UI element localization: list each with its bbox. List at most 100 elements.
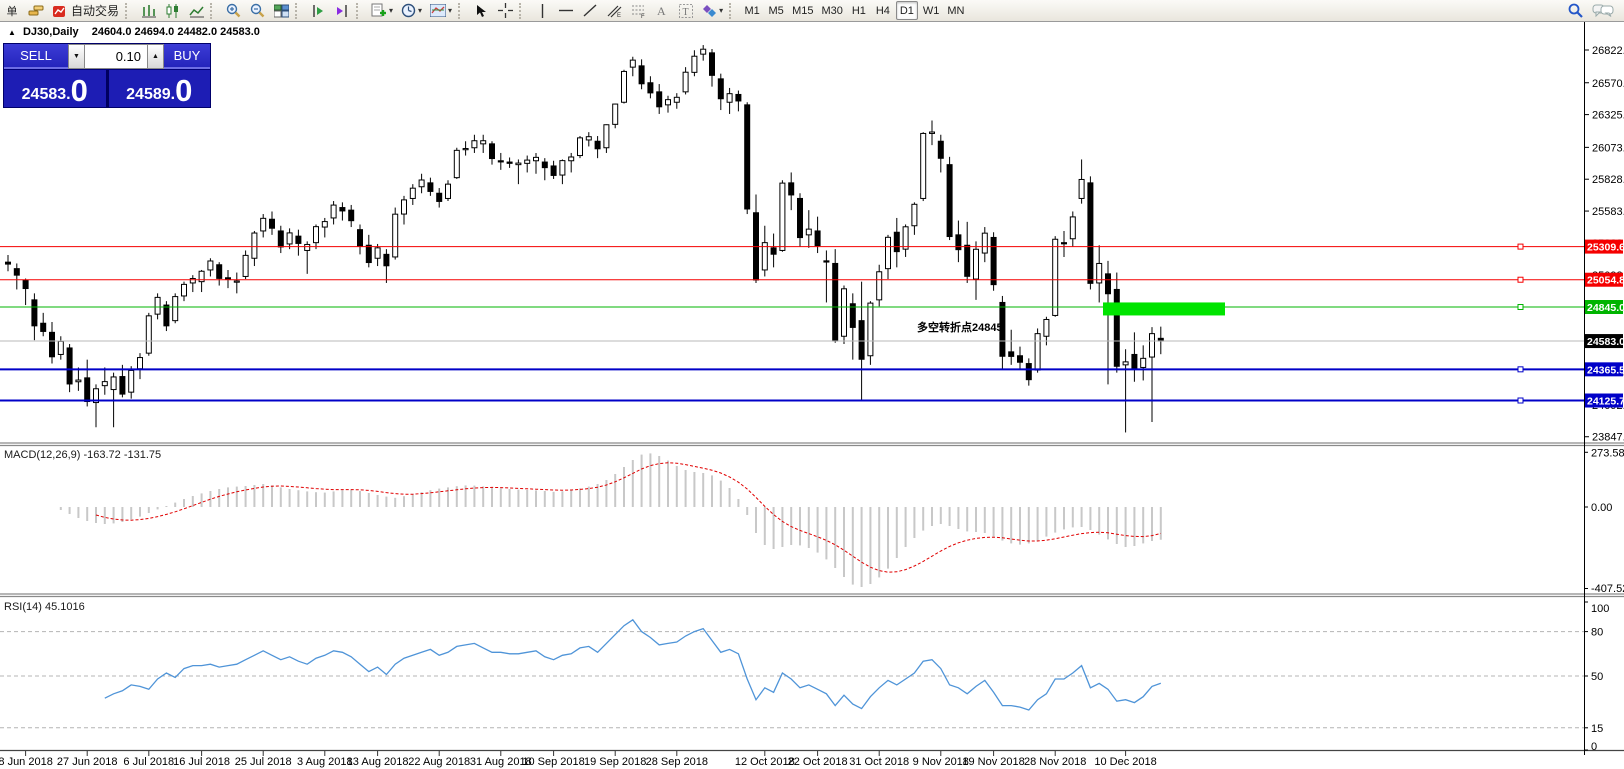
vertical-line-button[interactable] [531,1,553,20]
dropdown-arrow-icon[interactable]: ▾ [719,6,723,15]
horizontal-lines[interactable] [0,244,1584,403]
trendline-button[interactable] [579,1,601,20]
svg-text:16 Jul 2018: 16 Jul 2018 [173,756,230,768]
timeframe-h1[interactable]: H1 [848,1,870,20]
timeframe-h1-label: H1 [852,5,866,17]
svg-text:3 Aug 2018: 3 Aug 2018 [297,756,353,768]
pivot-annotation-text[interactable]: 多空转折点24845 [917,320,1003,334]
svg-text:26325.0: 26325.0 [1592,110,1624,122]
search-button[interactable] [1564,1,1587,20]
bar-chart-button[interactable] [137,1,159,20]
search-icon [1567,3,1584,19]
periods-button[interactable]: ▾ [398,1,425,20]
timeframe-d1[interactable]: D1 [896,1,918,20]
buy-price: 24589.0 [109,70,211,108]
deposit-gold-button[interactable] [25,1,48,20]
chart-title: ▲ DJ30,Daily 24604.0 24694.0 24482.0 245… [8,26,260,38]
svg-text:25583.0: 25583.0 [1592,206,1624,218]
toolbar-separator [458,3,467,19]
linechart-icon [189,4,204,18]
zoom-out-button[interactable] [246,1,268,20]
timeframe-m5[interactable]: M5 [765,1,787,20]
mt4-window: 单自动交易▾▾▾EFAT▾M1M5M15M30H1H4D1W1MN 26822.… [0,0,1624,769]
shift-chart-end-button[interactable] [307,1,329,20]
svg-text:0: 0 [1591,741,1597,753]
crosshair-button[interactable] [494,1,516,20]
volume-down-button[interactable]: ▼ [68,44,85,69]
bars-icon [141,4,156,18]
svg-text:25 Jul 2018: 25 Jul 2018 [235,756,292,768]
svg-text:24125.7: 24125.7 [1587,396,1624,408]
one-click-trading-panel: SELL ▼ ▲ BUY 24583.0 24589.0 [3,43,211,108]
toolbar-separator [356,3,365,19]
zoom-in-button[interactable] [222,1,244,20]
new-order-button[interactable]: 单 [1,1,23,20]
text-button[interactable]: A [651,1,673,20]
toolbar-separator [729,3,738,19]
svg-text:23847.0: 23847.0 [1592,432,1624,444]
toolbar-right-icons [1563,1,1618,20]
cursor-button[interactable] [470,1,492,20]
dropdown-arrow-icon[interactable]: ▾ [448,6,452,15]
pivot-zone-rect[interactable] [1103,302,1225,315]
svg-text:9 Nov 2018: 9 Nov 2018 [913,756,969,768]
hline-icon [559,5,573,16]
svg-text:24365.5: 24365.5 [1587,364,1624,376]
svg-text:10 Sep 2018: 10 Sep 2018 [522,756,584,768]
volume-up-button[interactable]: ▲ [147,44,164,69]
autotrade-button[interactable]: 自动交易 [50,1,122,20]
indicator-axes: 273.580.00-407.521008050150 [1584,447,1624,753]
svg-text:6 Jul 2018: 6 Jul 2018 [123,756,174,768]
timeframe-d1-label: D1 [900,5,914,17]
dropdown-arrow-icon[interactable]: ▾ [418,6,422,15]
svg-text:100: 100 [1591,603,1609,615]
svg-text:15: 15 [1591,723,1603,735]
tiles-icon [274,4,289,18]
rsi-line [105,620,1161,710]
text-label-button[interactable]: T [675,1,697,20]
svg-text:25828.0: 25828.0 [1592,174,1624,186]
svg-text:19 Nov 2018: 19 Nov 2018 [962,756,1024,768]
svg-text:25309.6: 25309.6 [1587,242,1624,254]
svg-text:22 Aug 2018: 22 Aug 2018 [408,756,470,768]
rsi-label: RSI(14) 45.1016 [4,601,85,613]
sell-button[interactable]: SELL [4,44,68,69]
timeframe-m15[interactable]: M15 [789,1,816,20]
timeframe-m1[interactable]: M1 [741,1,763,20]
clock-icon [401,3,416,18]
svg-text:E: E [617,13,621,18]
timeframe-h4[interactable]: H4 [872,1,894,20]
auto-scroll-button[interactable] [331,1,353,20]
timeframe-mn[interactable]: MN [944,1,967,20]
arrows-button[interactable]: ▾ [699,1,726,20]
svg-text:25054.8: 25054.8 [1587,275,1624,287]
zoomin-icon [226,3,241,18]
toolbar: 单 自动交易 ▾ ▾ ▾ E FA T ▾ M1M5M15M30 H1 H4 D1 W1MN [0,0,1624,22]
line-chart-button[interactable] [185,1,207,20]
timeframe-h4-label: H4 [876,5,890,17]
chat-button[interactable] [1589,1,1617,20]
cursor-icon [475,4,487,18]
fibonacci-button[interactable]: F [627,1,649,20]
tile-windows-button[interactable] [270,1,292,20]
svg-text:T: T [683,7,689,18]
timeframe-w1[interactable]: W1 [920,1,943,20]
svg-text:8 Jun 2018: 8 Jun 2018 [0,756,53,768]
toolbar-separator [210,3,219,19]
buy-button[interactable]: BUY [164,44,210,69]
text-icon: A [656,4,668,17]
dropdown-arrow-icon[interactable]: ▾ [389,6,393,15]
volume-input[interactable] [85,44,147,69]
ohlc-values: 24604.0 24694.0 24482.0 24583.0 [92,26,260,38]
candlestick-chart-button[interactable] [161,1,183,20]
horizontal-line-button[interactable] [555,1,577,20]
channel-button[interactable]: E [603,1,625,20]
collapse-panel-icon[interactable]: ▲ [8,28,16,37]
timeframe-m30[interactable]: M30 [818,1,845,20]
toolbar-separator [519,3,528,19]
templates-button[interactable]: ▾ [427,1,455,20]
toolbar-separator [295,3,304,19]
new-chart-button[interactable]: ▾ [368,1,396,20]
symbol-period-label: DJ30,Daily [23,26,79,38]
newchart-icon [371,3,387,18]
